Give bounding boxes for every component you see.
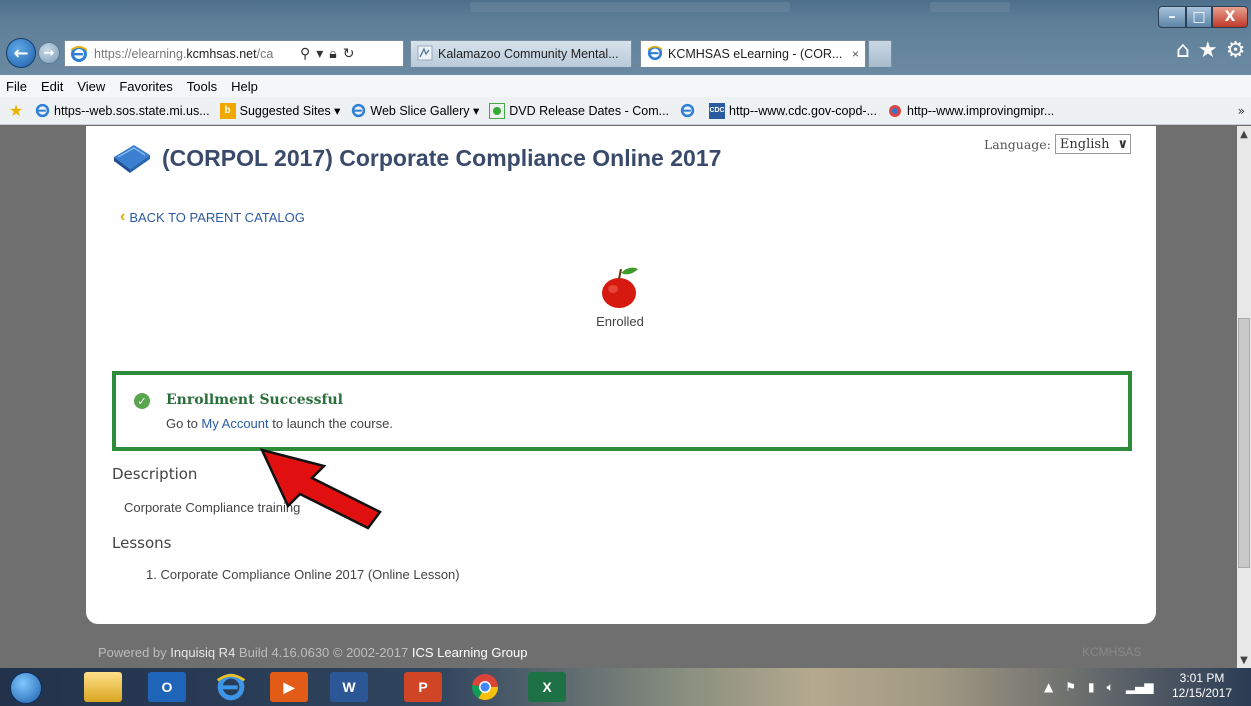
new-tab-button[interactable]: [868, 40, 892, 67]
ie-page-icon: [34, 103, 50, 119]
site-favicon-icon: [417, 45, 433, 64]
chevron-down-icon: ∨: [1117, 136, 1129, 152]
clock-time: 3:01 PM: [1179, 671, 1225, 685]
menu-bar: File Edit View Favorites Tools Help: [0, 75, 1251, 97]
ie-page-icon: [350, 103, 366, 119]
scroll-thumb[interactable]: [1238, 318, 1250, 568]
volume-icon[interactable]: 🔈︎: [1107, 680, 1114, 695]
product-link[interactable]: Inquisiq R4: [170, 645, 235, 660]
tab-label: Kalamazoo Community Mental...: [438, 47, 619, 61]
url-text[interactable]: https://elearning.kcmhsas.net/ca: [94, 47, 294, 61]
vertical-scrollbar[interactable]: ▲ ▼: [1237, 126, 1251, 668]
powerpoint-icon[interactable]: P: [404, 672, 442, 702]
scroll-down-arrow-icon[interactable]: ▼: [1237, 652, 1251, 668]
address-bar[interactable]: https://elearning.kcmhsas.net/ca ⚲ ▾ 🔒︎ …: [64, 40, 404, 67]
window-title-ghost: [470, 2, 790, 12]
signal-icon[interactable]: ▂▄▆: [1126, 680, 1154, 695]
favorite-link[interactable]: Web Slice Gallery ▾: [350, 103, 479, 119]
minimize-button[interactable]: –: [1158, 6, 1186, 28]
browser-toolbar-icons: ⌂ ★ ⚙: [1176, 38, 1245, 63]
back-arrow-icon: ←: [13, 42, 29, 64]
web-icon: [887, 103, 903, 119]
favorites-star-icon[interactable]: ★: [1198, 38, 1218, 63]
back-button[interactable]: ←: [6, 38, 36, 68]
page-title: (CORPOL 2017) Corporate Compliance Onlin…: [162, 144, 722, 171]
taskbar-clock[interactable]: 3:01 PM 12/15/2017: [1156, 671, 1248, 701]
file-explorer-icon[interactable]: [84, 672, 122, 702]
tab-kalamazoo[interactable]: Kalamazoo Community Mental...: [410, 40, 632, 67]
green-dot-icon: [489, 102, 506, 119]
book-icon: [114, 145, 150, 173]
favorites-bar: ★ https--web.sos.state.mi.us... b Sugges…: [0, 97, 1251, 125]
forward-button[interactable]: →: [38, 42, 60, 64]
window-user-ghost: [930, 2, 1010, 12]
maximize-button[interactable]: □: [1186, 6, 1212, 28]
success-message: Go to My Account to launch the course.: [166, 416, 393, 431]
internet-explorer-icon[interactable]: [212, 672, 250, 702]
language-selector: Language: English ∨: [984, 134, 1132, 154]
scroll-up-arrow-icon[interactable]: ▲: [1237, 126, 1251, 142]
lesson-item[interactable]: 1. Corporate Compliance Online 2017 (Onl…: [146, 567, 460, 582]
ie-page-icon: [679, 103, 695, 119]
menu-file[interactable]: File: [6, 79, 27, 94]
course-title-row: (CORPOL 2017) Corporate Compliance Onlin…: [112, 141, 721, 175]
favorite-link[interactable]: DVD Release Dates - Com...: [489, 102, 669, 119]
menu-tools[interactable]: Tools: [187, 79, 217, 94]
search-icon[interactable]: ⚲: [300, 45, 310, 62]
favorite-link[interactable]: http--www.improvingmipr...: [887, 103, 1054, 119]
apple-icon: [602, 267, 638, 308]
menu-favorites[interactable]: Favorites: [119, 79, 172, 94]
ie-logo-icon: [68, 43, 90, 65]
ie-logo-icon: [647, 45, 663, 64]
enrollment-success-alert: ✓ Enrollment Successful Go to My Account…: [112, 371, 1132, 451]
dropdown-icon[interactable]: ▾: [316, 45, 323, 62]
home-icon[interactable]: ⌂: [1176, 38, 1190, 63]
tray-expand-icon[interactable]: ▲: [1044, 680, 1053, 695]
system-tray: ▲ ⚑ ▮ 🔈︎ ▂▄▆: [1044, 680, 1154, 695]
menu-view[interactable]: View: [77, 79, 105, 94]
language-select[interactable]: English ∨: [1054, 134, 1132, 154]
favorite-link[interactable]: CDC http--www.cdc.gov-copd-...: [709, 102, 877, 119]
excel-icon[interactable]: X: [528, 672, 566, 702]
chevron-left-icon: ‹: [120, 208, 126, 225]
page-footer: Powered by Inquisiq R4 Build 4.16.0630 ©…: [98, 645, 528, 660]
bing-icon: b: [219, 102, 236, 119]
lock-icon[interactable]: 🔒︎: [329, 45, 336, 62]
menu-help[interactable]: Help: [231, 79, 258, 94]
favorite-link[interactable]: b Suggested Sites ▾: [219, 102, 340, 119]
favorite-link[interactable]: [679, 103, 699, 119]
forward-arrow-icon: →: [43, 45, 55, 61]
clock-date: 12/15/2017: [1171, 686, 1233, 700]
chrome-icon[interactable]: [466, 672, 504, 702]
description-heading: Description: [112, 465, 198, 483]
network-icon[interactable]: ▮: [1088, 680, 1095, 695]
close-tab-icon[interactable]: ×: [852, 47, 859, 61]
media-player-icon[interactable]: ▶: [270, 672, 308, 702]
favorite-link[interactable]: https--web.sos.state.mi.us...: [34, 103, 210, 119]
gear-icon[interactable]: ⚙: [1226, 38, 1246, 63]
success-title: Enrollment Successful: [166, 392, 343, 408]
footer-brand: KCMHSAS: [1082, 645, 1142, 659]
tab-kcmhsas-elearning[interactable]: KCMHSAS eLearning - (COR... ×: [640, 40, 866, 67]
red-annotation-arrow: [259, 448, 382, 530]
enrollment-status-label: Enrolled: [596, 314, 644, 329]
favorites-overflow-button[interactable]: »: [1238, 104, 1245, 118]
tab-label: KCMHSAS eLearning - (COR...: [668, 47, 843, 61]
menu-edit[interactable]: Edit: [41, 79, 63, 94]
language-label: Language:: [984, 136, 1051, 152]
word-icon[interactable]: W: [330, 672, 368, 702]
my-account-link[interactable]: My Account: [201, 416, 268, 431]
lessons-heading: Lessons: [112, 534, 172, 552]
company-link[interactable]: ICS Learning Group: [412, 645, 528, 660]
cdc-icon: CDC: [709, 102, 726, 119]
outlook-icon[interactable]: O: [148, 672, 186, 702]
back-to-parent-catalog-link[interactable]: ‹ BACK TO PARENT CATALOG: [120, 208, 305, 226]
checkmark-icon: ✓: [134, 393, 150, 409]
add-favorite-star-icon[interactable]: ★: [8, 103, 24, 120]
action-center-flag-icon[interactable]: ⚑: [1065, 680, 1076, 695]
windows-start-icon[interactable]: [10, 672, 42, 704]
refresh-icon[interactable]: ↻: [343, 45, 355, 62]
close-window-button[interactable]: X: [1212, 6, 1248, 28]
